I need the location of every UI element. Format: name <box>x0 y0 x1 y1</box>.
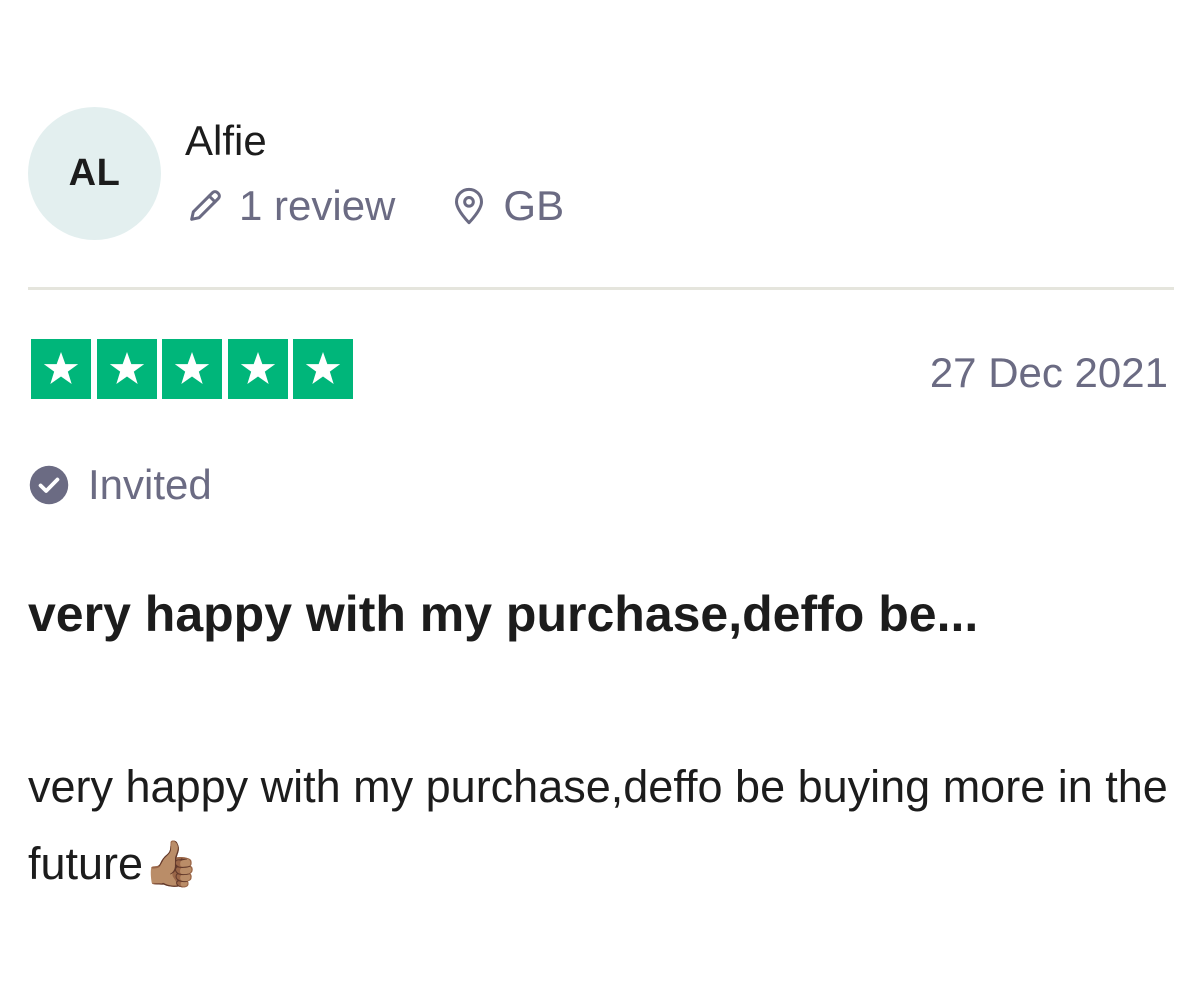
invited-badge[interactable]: Invited <box>28 461 212 509</box>
divider <box>28 287 1174 290</box>
star-icon <box>31 339 91 399</box>
review-card: AL Alfie 1 review GB 27 Dec 2021 Invited… <box>0 0 1200 1000</box>
star-rating <box>31 339 353 399</box>
star-icon <box>293 339 353 399</box>
star-icon <box>96 339 157 399</box>
country-label: GB <box>503 182 565 229</box>
review-count-label: 1 review <box>239 182 396 229</box>
reviewer-name[interactable]: Alfie <box>185 117 267 165</box>
pencil-icon <box>185 186 225 226</box>
review-body: very happy with my purchase,deffo be buy… <box>28 761 1168 889</box>
star-icon <box>162 339 222 399</box>
avatar[interactable]: AL <box>28 107 161 240</box>
invited-label: Invited <box>88 461 212 508</box>
review-count: 1 review <box>185 182 395 230</box>
reviewer-country: GB <box>449 182 564 230</box>
review-date: 27 Dec 2021 <box>929 349 1168 396</box>
avatar-initials: AL <box>68 152 121 194</box>
check-circle-icon <box>28 464 70 506</box>
reviewer-meta: 1 review GB <box>185 182 564 230</box>
location-pin-icon <box>449 186 489 226</box>
star-icon <box>227 339 288 399</box>
review-title[interactable]: very happy with my purchase,deffo be... <box>28 576 1168 653</box>
